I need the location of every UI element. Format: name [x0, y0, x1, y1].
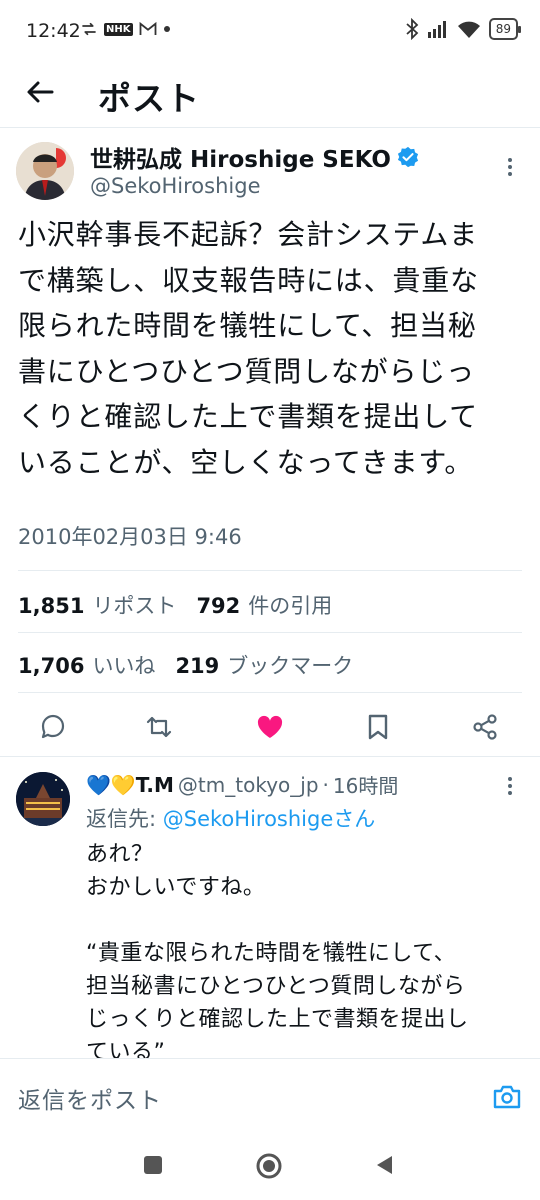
- reposts-label[interactable]: リポスト: [92, 590, 176, 620]
- like-filled-icon[interactable]: [255, 712, 285, 742]
- stats-divider-middle: [18, 632, 522, 633]
- replying-to-prefix: 返信先:: [86, 807, 163, 831]
- reply-compose-bar: 返信をポスト: [0, 1058, 540, 1128]
- system-navigation-bar: [0, 1128, 540, 1200]
- reply-separator: ·: [322, 772, 329, 797]
- status-time: 12:42: [26, 20, 81, 42]
- back-arrow-icon[interactable]: [22, 74, 58, 110]
- reply-header: 💙💛T.M @tm_tokyo_jp · 16時間: [86, 770, 398, 799]
- verified-badge-icon: [397, 146, 419, 168]
- reply-avatar-photo: [16, 772, 70, 826]
- reply-icon[interactable]: [38, 712, 68, 742]
- post-action-bar: [0, 706, 540, 750]
- reposts-count[interactable]: 1,851: [18, 594, 84, 618]
- page-title: ポスト: [98, 79, 200, 118]
- top-app-bar: ポスト: [0, 64, 540, 124]
- reply-input[interactable]: 返信をポスト: [18, 1081, 162, 1115]
- share-icon[interactable]: [470, 712, 500, 742]
- battery-indicator: 89: [488, 18, 522, 40]
- recent-apps-icon[interactable]: [142, 1154, 164, 1176]
- post-body-text: 小沢幹事長不起訴？会計システムま で構築し、収支報告時には、貴重な 限られた時間…: [18, 218, 479, 479]
- back-nav-icon[interactable]: [374, 1154, 396, 1176]
- bookmarks-label[interactable]: ブックマーク: [227, 650, 353, 680]
- post-timestamp[interactable]: 2010年02月03日 9:46: [18, 521, 242, 551]
- author-display-name[interactable]: 世耕弘成 Hiroshige SEKO: [90, 140, 391, 174]
- stats-row-likes: 1,706 いいね 219 ブックマーク: [18, 650, 365, 680]
- quotes-label[interactable]: 件の引用: [248, 590, 332, 620]
- likes-count[interactable]: 1,706: [18, 654, 84, 678]
- bookmarks-count[interactable]: 219: [175, 654, 219, 678]
- author-avatar[interactable]: [16, 142, 74, 200]
- reply-display-name[interactable]: 💙💛T.M: [86, 773, 174, 797]
- more-options-icon[interactable]: [498, 152, 522, 182]
- stats-row-reposts: 1,851 リポスト 792 件の引用: [18, 590, 344, 620]
- replying-to: 返信先: @SekoHiroshigeさん: [86, 803, 375, 833]
- nhk-app-icon: NHK: [104, 22, 133, 36]
- author-handle[interactable]: @SekoHiroshige: [90, 174, 261, 198]
- stats-divider-bottom: [18, 692, 522, 693]
- reply-handle[interactable]: @tm_tokyo_jp: [178, 773, 319, 797]
- likes-label[interactable]: いいね: [92, 650, 155, 680]
- author-name[interactable]: 世耕弘成 Hiroshige SEKO: [90, 140, 419, 174]
- wifi-icon: [457, 21, 480, 38]
- repost-icon[interactable]: [144, 712, 174, 742]
- reply-time[interactable]: 16時間: [333, 770, 398, 799]
- quotes-count[interactable]: 792: [196, 594, 240, 618]
- more-dot-icon: [163, 26, 170, 32]
- status-system-icons: 89: [405, 18, 522, 40]
- bookmark-icon[interactable]: [363, 712, 393, 742]
- signal-icon: [427, 21, 446, 38]
- stats-divider-top: [18, 570, 522, 571]
- actions-divider: [0, 756, 540, 757]
- header-divider: [0, 127, 540, 128]
- camera-icon[interactable]: [492, 1083, 522, 1111]
- bluetooth-icon: [406, 18, 419, 40]
- status-notification-icons: NHK: [80, 20, 171, 38]
- reply-more-options-icon[interactable]: [498, 772, 522, 800]
- sync-icon: [82, 22, 96, 36]
- reply-body-text: あれ？ おかしいですね。 “貴重な限られた時間を犠牲にして、 担当秘書にひとつひ…: [86, 842, 469, 1065]
- gmail-icon: [139, 21, 156, 35]
- replying-to-mention[interactable]: @SekoHiroshigeさん: [163, 807, 376, 831]
- reply-author-avatar[interactable]: [16, 772, 70, 826]
- home-icon[interactable]: [255, 1152, 283, 1180]
- author-photo: [16, 142, 74, 200]
- status-bar: 12:42 NHK 89: [0, 0, 540, 64]
